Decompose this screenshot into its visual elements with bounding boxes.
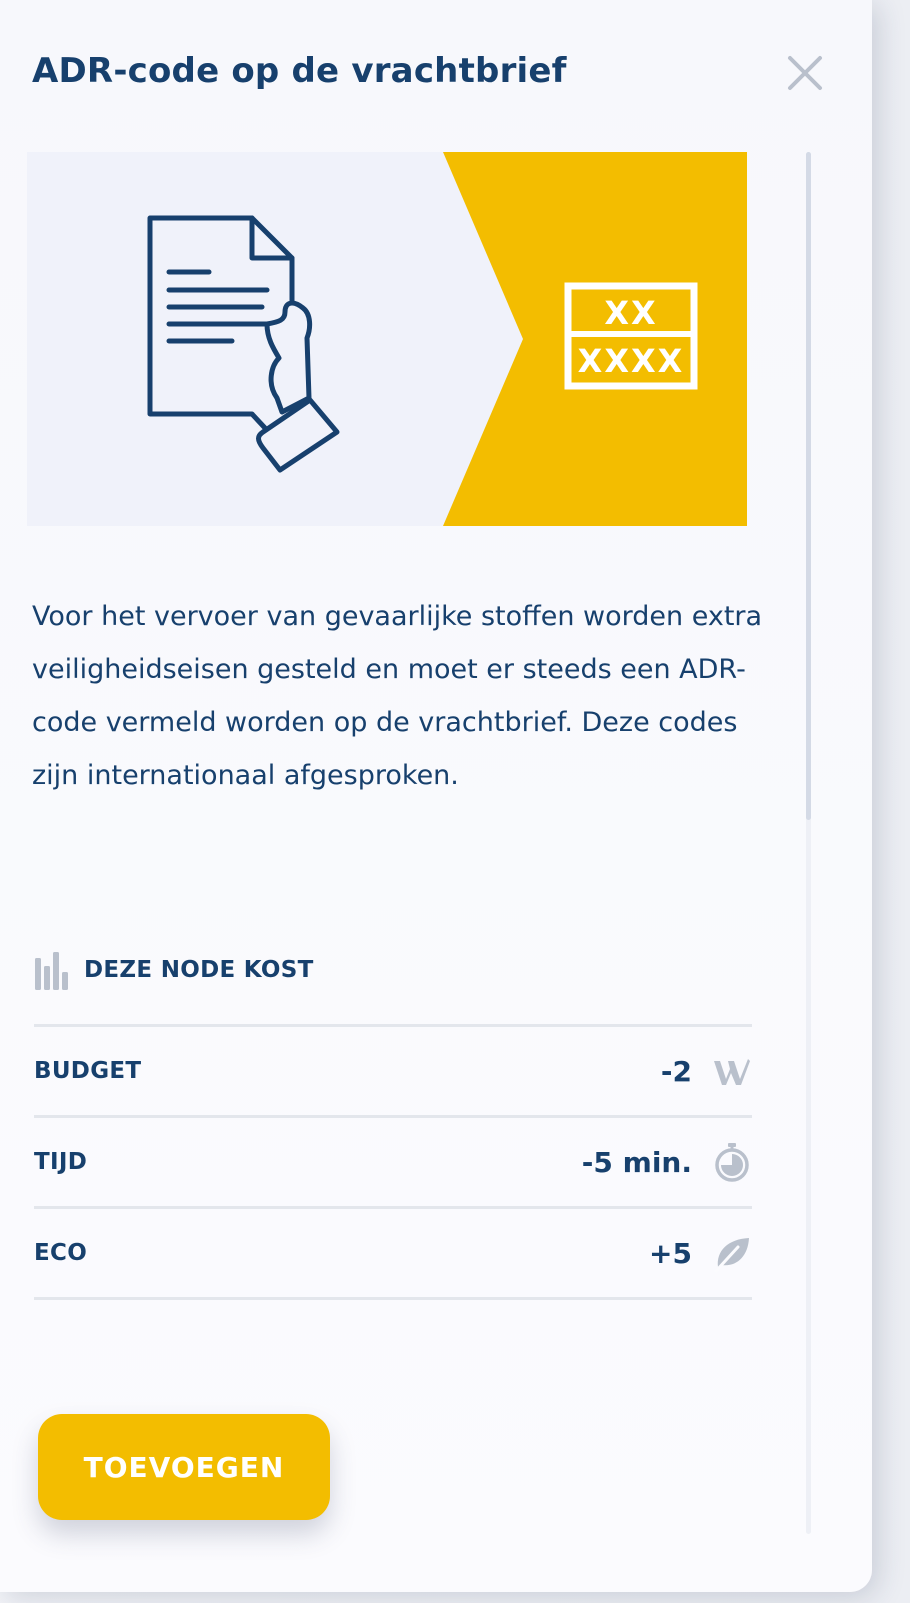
adr-code-top: XX (604, 294, 657, 332)
cost-row-eco: ECO +5 (34, 1209, 752, 1300)
cost-value-budget: -2 (660, 1054, 692, 1088)
scrollbar-thumb[interactable] (806, 152, 811, 820)
add-button[interactable]: TOEVOEGEN (38, 1414, 330, 1520)
cost-row-time: TIJD -5 min. (34, 1118, 752, 1209)
cost-label-eco: ECO (34, 1240, 88, 1266)
bar-chart-icon (35, 952, 68, 990)
close-icon[interactable] (782, 50, 828, 96)
cost-label-budget: BUDGET (34, 1058, 142, 1084)
cost-list: BUDGET -2 TIJD -5 min. ECO +5 (34, 1024, 752, 1300)
dialog-title: ADR-code op de vrachtbrief (32, 51, 567, 91)
leaf-icon (714, 1238, 749, 1273)
cost-header: DEZE NODE KOST (34, 948, 314, 992)
stopwatch-icon (715, 1143, 749, 1182)
node-detail-panel: ADR-code op de vrachtbrief XX XXXX Voor … (0, 0, 872, 1592)
cost-heading: DEZE NODE KOST (84, 957, 314, 983)
cost-label-time: TIJD (34, 1149, 88, 1175)
adr-code-bottom: XXXX (578, 342, 685, 380)
hero-illustration: XX XXXX (27, 152, 747, 526)
description-text: Voor het vervoer van gevaarlijke stoffen… (32, 601, 763, 791)
cost-row-budget: BUDGET -2 (34, 1027, 752, 1118)
budget-icon (714, 1059, 750, 1085)
cost-value-eco: +5 (649, 1236, 692, 1270)
cost-value-time: -5 min. (581, 1145, 692, 1179)
